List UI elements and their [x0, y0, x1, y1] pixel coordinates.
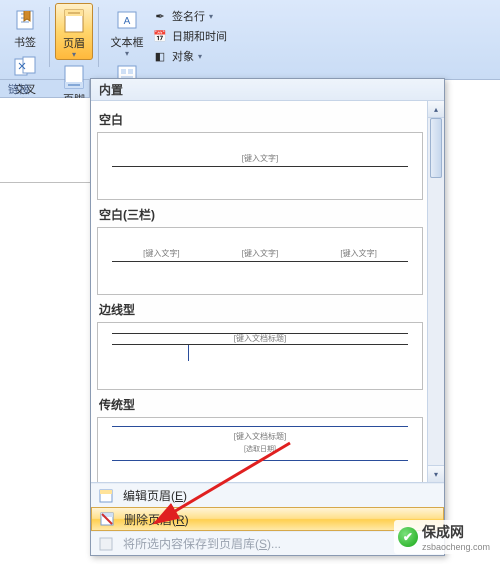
document-edge — [0, 182, 90, 183]
signature-label: 签名行 — [172, 8, 205, 24]
textbox-icon: A — [111, 6, 143, 34]
watermark-sub: zsbaocheng.com — [422, 542, 490, 552]
gallery-item-blank3[interactable]: [键入文字] [键入文字] [键入文字] — [97, 227, 423, 295]
gallery-scrollbar[interactable]: ▴ ▾ — [427, 101, 444, 482]
header-button[interactable]: 页眉 ▾ — [55, 3, 93, 60]
signature-button[interactable]: ✒ 签名行 ▾ — [152, 7, 227, 25]
ribbon-right-group: ✒ 签名行 ▾ 📅 日期和时间 ◧ 对象 ▾ — [152, 3, 227, 65]
footer-icon — [58, 63, 90, 91]
gallery-item-title-traditional: 传统型 — [99, 396, 423, 413]
datetime-button[interactable]: 📅 日期和时间 — [152, 27, 227, 45]
group-separator — [98, 7, 99, 67]
calendar-icon: 📅 — [152, 30, 168, 43]
gallery-item-title-blank: 空白 — [99, 111, 423, 128]
remove-header-menuitem[interactable]: 删除页眉(R) — [91, 507, 444, 531]
chevron-down-icon: ▾ — [125, 50, 129, 58]
datetime-label: 日期和时间 — [172, 28, 227, 44]
textbox-button[interactable]: A 文本框 ▾ — [108, 3, 146, 58]
scroll-up-arrow[interactable]: ▴ — [428, 101, 444, 118]
svg-text:A: A — [124, 16, 131, 27]
save-to-gallery-icon — [97, 536, 115, 552]
gallery-item-title-blank3: 空白(三栏) — [99, 206, 423, 223]
header-icon — [58, 7, 90, 35]
scroll-thumb[interactable] — [430, 118, 442, 178]
header-gallery: 内置 空白 [键入文字] 空白(三栏) [键入文字] [键入文字] [键入文字]… — [90, 78, 445, 556]
textbox-label: 文本框 — [111, 36, 144, 50]
gallery-item-title-border: 边线型 — [99, 301, 423, 318]
object-button[interactable]: ◧ 对象 ▾ — [152, 47, 227, 65]
gallery-item-traditional[interactable]: [键入文档标题] [选取日期] — [97, 417, 423, 482]
remove-header-icon — [98, 511, 116, 527]
gallery-item-border[interactable]: [键入文档标题] — [97, 322, 423, 390]
header-label: 页眉 — [63, 37, 85, 51]
remove-header-label: 删除页眉(R) — [124, 511, 189, 528]
object-label: 对象 — [172, 48, 194, 64]
scroll-down-arrow[interactable]: ▾ — [428, 465, 444, 482]
bookmark-icon — [9, 6, 41, 34]
save-to-gallery-menuitem: 将所选内容保存到页眉库(S)... — [91, 531, 444, 555]
gallery-footer: 编辑页眉(E) 删除页眉(R) 将所选内容保存到页眉库(S)... — [91, 482, 444, 555]
edit-header-icon — [97, 488, 115, 504]
edit-header-label: 编辑页眉(E) — [123, 487, 187, 504]
watermark: ✔ 保成网 zsbaocheng.com — [394, 520, 494, 554]
edit-header-menuitem[interactable]: 编辑页眉(E) — [91, 483, 444, 507]
ribbon: 书签 交叉 引用 页眉 ▾ 页脚 ▾ # — [0, 0, 500, 80]
gallery-section-title: 内置 — [91, 79, 444, 101]
group-separator — [49, 7, 50, 67]
chevron-down-icon: ▾ — [209, 12, 213, 21]
bookmark-label: 书签 — [14, 36, 36, 50]
bookmark-button[interactable]: 书签 — [6, 3, 44, 50]
signature-icon: ✒ — [152, 10, 168, 23]
chevron-down-icon: ▾ — [72, 51, 76, 59]
save-to-gallery-label: 将所选内容保存到页眉库(S)... — [123, 535, 281, 552]
gallery-item-blank[interactable]: [键入文字] — [97, 132, 423, 200]
crossref-icon — [9, 53, 41, 81]
chevron-down-icon: ▾ — [198, 52, 202, 61]
watermark-name: 保成网 — [422, 524, 464, 540]
gallery-body: 空白 [键入文字] 空白(三栏) [键入文字] [键入文字] [键入文字] 边线… — [91, 101, 444, 482]
object-icon: ◧ — [152, 50, 168, 63]
watermark-logo: ✔ — [398, 527, 418, 547]
